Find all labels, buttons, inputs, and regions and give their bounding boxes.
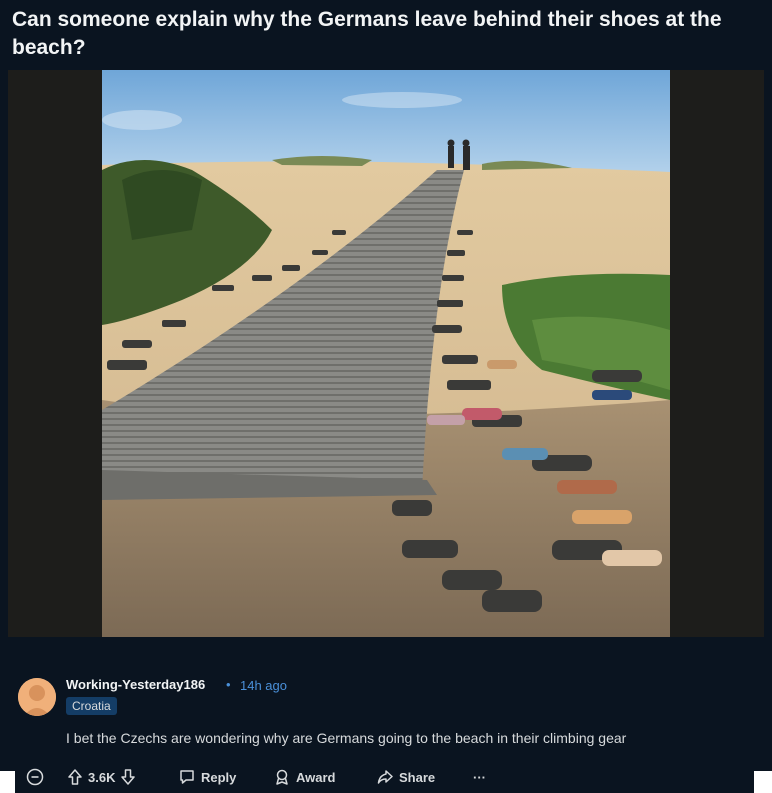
frame-edge-right bbox=[754, 771, 772, 793]
beach-photo[interactable] bbox=[102, 70, 670, 637]
image-letterbox-left bbox=[8, 70, 102, 637]
avatar[interactable] bbox=[18, 678, 56, 716]
downvote-icon[interactable] bbox=[120, 768, 136, 786]
comment-bubble-icon bbox=[178, 768, 196, 786]
collapse-icon bbox=[26, 768, 44, 786]
reply-button[interactable]: Reply bbox=[178, 767, 236, 787]
award-icon bbox=[273, 768, 291, 786]
comment-body: I bet the Czechs are wondering why are G… bbox=[66, 730, 627, 746]
frame-edge-left bbox=[0, 771, 15, 793]
image-letterbox-right bbox=[670, 70, 764, 637]
share-arrow-icon bbox=[376, 768, 394, 786]
more-options-icon: ··· bbox=[473, 769, 486, 785]
comment-username[interactable]: Working-Yesterday186 bbox=[66, 677, 205, 692]
collapse-button[interactable] bbox=[26, 767, 44, 787]
separator-dot: • bbox=[226, 677, 231, 692]
comment-action-bar: 3.6K Reply Award Share ··· bbox=[0, 763, 772, 793]
upvote-icon[interactable] bbox=[67, 768, 83, 786]
comment-timestamp[interactable]: 14h ago bbox=[240, 678, 287, 693]
award-button[interactable]: Award bbox=[273, 767, 336, 787]
reply-label: Reply bbox=[201, 769, 237, 785]
post-title[interactable]: Can someone explain why the Germans leav… bbox=[12, 6, 752, 62]
vote-group: 3.6K bbox=[67, 767, 136, 787]
user-flair: Croatia bbox=[66, 697, 117, 715]
award-label: Award bbox=[296, 769, 336, 785]
more-options-button[interactable]: ··· bbox=[473, 767, 486, 787]
share-label: Share bbox=[399, 769, 436, 785]
post-image[interactable] bbox=[8, 70, 764, 637]
vote-count: 3.6K bbox=[88, 769, 116, 785]
share-button[interactable]: Share bbox=[376, 767, 435, 787]
